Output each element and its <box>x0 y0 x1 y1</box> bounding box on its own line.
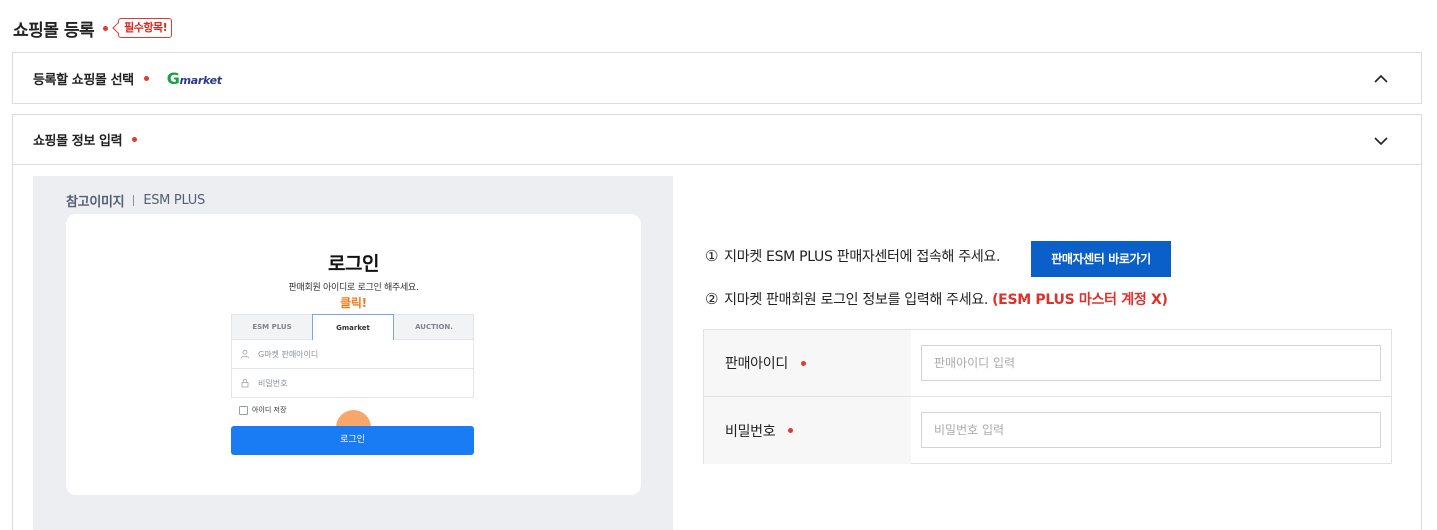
seller-id-row: 판매아이디 <box>704 330 1391 397</box>
step-1-number: ① <box>705 247 719 265</box>
reference-login-card: 로그인 판매회원 아이디로 로그인 해주세요. 클릭! ESM PLUS Gma… <box>66 214 641 495</box>
seller-id-input[interactable] <box>921 345 1381 381</box>
mock-pw-placeholder: 비밀번호 <box>258 378 288 388</box>
mall-select-label: 등록할 쇼핑몰 선택 <box>33 72 134 88</box>
mall-info-label: 쇼핑몰 정보 입력 <box>33 134 123 149</box>
seller-center-button[interactable]: 판매자센터 바로가기 <box>1031 241 1171 277</box>
mock-tab-auction: AUCTION. <box>415 323 453 331</box>
chevron-up-icon[interactable] <box>1374 72 1388 86</box>
reference-caption-bold: 참고이미지 <box>66 195 125 210</box>
mock-tab-gmarket: Gmarket <box>312 314 394 341</box>
step-2-text: 지마켓 판매회원 로그인 정보를 입력해 주세요. <box>724 292 989 308</box>
gmarket-logo: G market <box>167 69 222 88</box>
step-1-text: 지마켓 ESM PLUS 판매자센터에 접속해 주세요. <box>724 249 1001 265</box>
required-dot <box>788 428 794 433</box>
required-badge: 필수항목! <box>118 18 173 38</box>
mock-pw-field: 비밀번호 <box>231 369 474 398</box>
mock-tab-esm: ESM PLUS <box>252 323 292 331</box>
lock-icon <box>241 378 249 388</box>
mock-login-title: 로그인 <box>328 253 379 275</box>
login-info-form: 판매아이디 비밀번호 <box>703 329 1392 464</box>
page-title-text: 쇼핑몰 등록 <box>13 20 95 41</box>
mock-checkbox <box>239 405 248 415</box>
mall-info-header[interactable]: 쇼핑몰 정보 입력 <box>13 115 1421 165</box>
chevron-down-icon[interactable] <box>1374 134 1388 148</box>
user-icon <box>240 349 250 359</box>
seller-id-label: 판매아이디 <box>704 330 911 396</box>
mock-id-placeholder: G마켓 판매아이디 <box>258 349 319 359</box>
page-title: 쇼핑몰 등록 필수항목! <box>13 15 173 41</box>
reference-caption-text: ESM PLUS <box>143 193 205 208</box>
mall-info-panel: 쇼핑몰 정보 입력 참고이미지 ESM PLUS 로그인 판매회원 아이디로 로… <box>12 114 1422 530</box>
required-dot <box>143 75 149 81</box>
gmarket-logo-g: G <box>166 68 180 88</box>
password-label-text: 비밀번호 <box>725 423 776 440</box>
required-dot <box>132 137 138 142</box>
step-2-number: ② <box>705 290 719 308</box>
mock-save-id: 아이디 저장 <box>239 405 286 415</box>
mock-id-field: G마켓 판매아이디 <box>231 340 474 369</box>
reference-image: 참고이미지 ESM PLUS 로그인 판매회원 아이디로 로그인 해주세요. 클… <box>33 176 673 530</box>
reference-caption: 참고이미지 ESM PLUS <box>66 191 205 210</box>
mall-select-panel: 등록할 쇼핑몰 선택 G market <box>12 52 1422 104</box>
step-2-warning: (ESM PLUS 마스터 계정 X) <box>992 292 1168 308</box>
password-row: 비밀번호 <box>704 397 1391 464</box>
mall-select-header[interactable]: 등록할 쇼핑몰 선택 G market <box>13 53 1421 103</box>
password-label: 비밀번호 <box>704 397 911 464</box>
mock-login-button: 로그인 <box>231 426 474 455</box>
gmarket-logo-text: market <box>179 73 222 87</box>
step-2: ② 지마켓 판매회원 로그인 정보를 입력해 주세요. (ESM PLUS 마스… <box>705 289 1168 309</box>
step-1: ① 지마켓 ESM PLUS 판매자센터에 접속해 주세요. <box>705 246 1000 266</box>
required-dot <box>800 360 806 366</box>
mock-click-hint: 클릭! <box>340 296 367 310</box>
password-input[interactable] <box>921 412 1381 448</box>
mock-save-id-label: 아이디 저장 <box>252 406 287 414</box>
seller-id-label-text: 판매아이디 <box>725 356 788 372</box>
mock-login-subtitle: 판매회원 아이디로 로그인 해주세요. <box>288 283 419 293</box>
caption-divider <box>133 195 135 206</box>
mock-tabs: ESM PLUS Gmarket AUCTION. <box>231 314 474 445</box>
required-dot <box>103 25 109 31</box>
